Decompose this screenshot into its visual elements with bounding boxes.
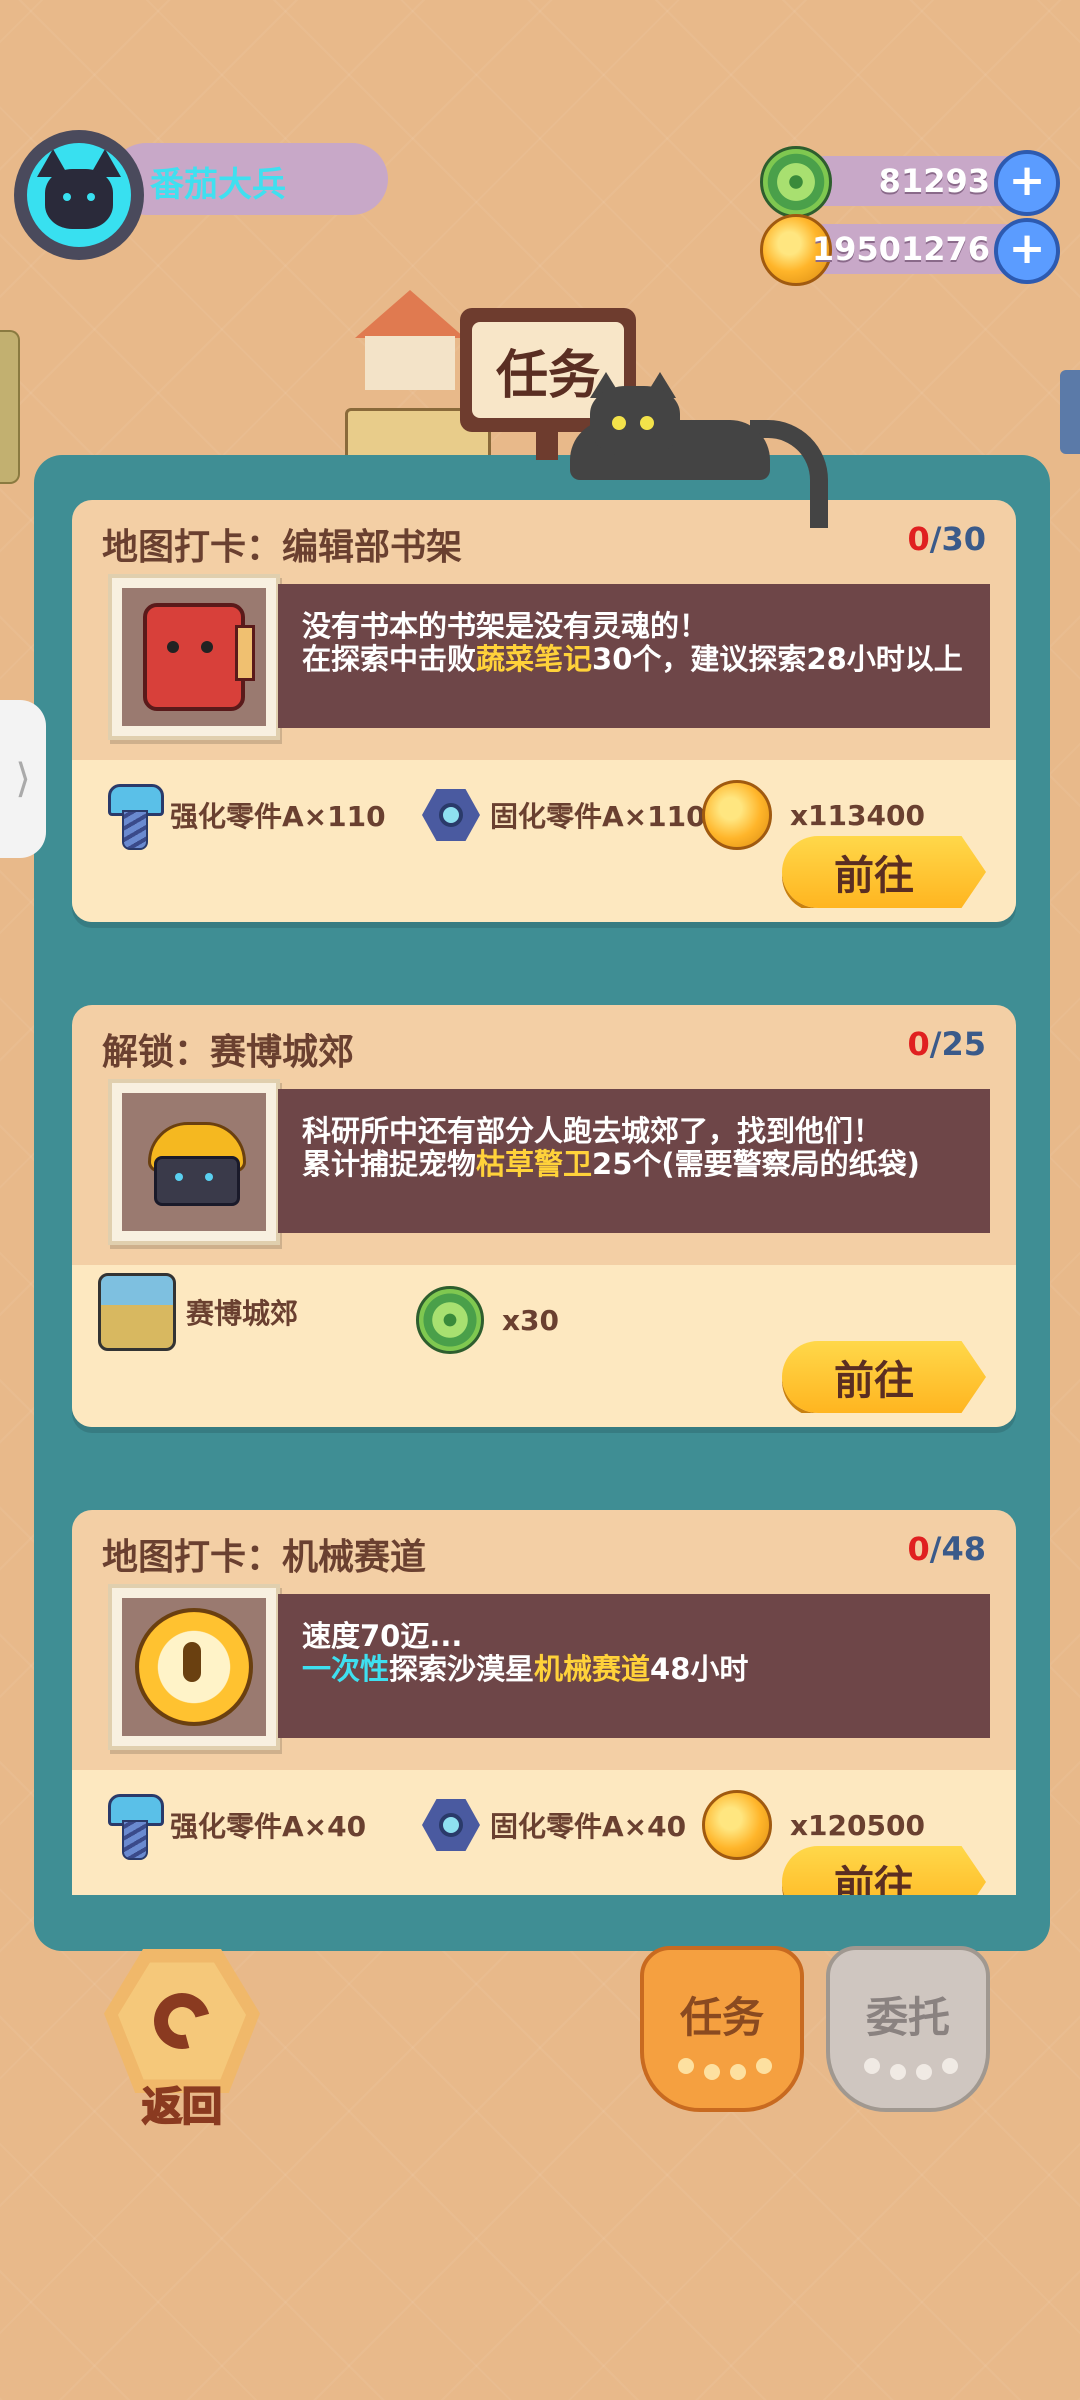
nut-icon: [422, 1799, 480, 1851]
race-medal-icon: [135, 1608, 253, 1726]
reward-item: 赛博城郊: [98, 1273, 298, 1351]
task-title: 地图打卡：编辑部书架: [102, 527, 463, 568]
nut-icon: [422, 789, 480, 841]
task-card: 解锁：赛博城郊 0/25 科研所中还有部分人跑去城郊了，找到他们！ 累计捕捉宠物…: [72, 1005, 1016, 1427]
screw-icon: [106, 1794, 164, 1860]
undo-icon: [143, 1982, 221, 2060]
right-edge-tab[interactable]: [1060, 370, 1080, 454]
avatar-cat-icon: [27, 143, 131, 247]
reward-item: 固化零件A×40: [422, 1790, 686, 1860]
bookshelf-monster-icon: [143, 603, 255, 711]
left-edge-tab[interactable]: [0, 330, 20, 484]
task-thumbnail: [108, 1079, 280, 1245]
task-title: 地图打卡：机械赛道: [102, 1537, 427, 1578]
add-gems-button[interactable]: +: [994, 150, 1060, 216]
task-description: 科研所中还有部分人跑去城郊了，找到他们！ 累计捕捉宠物枯草警卫25个(需要警察局…: [278, 1089, 990, 1233]
grass-guard-monster-icon: [142, 1122, 246, 1206]
sign-post: [536, 430, 558, 460]
task-list[interactable]: 地图打卡：编辑部书架 0/30 没有书本的书架是没有灵魂的！ 在探索中击败蔬菜笔…: [72, 500, 1016, 1895]
reward-item: x30: [416, 1285, 559, 1355]
screw-icon: [106, 784, 164, 850]
add-coins-button[interactable]: +: [994, 218, 1060, 284]
side-drawer-handle[interactable]: ⟩: [0, 700, 46, 858]
coin-counter: 19501276 +: [760, 214, 1060, 286]
reward-item: 固化零件A×110: [422, 780, 706, 850]
reward-item: 强化零件A×110: [106, 780, 386, 850]
gem-counter: 81293 +: [760, 146, 1060, 218]
tab-task-label: 任务: [679, 1993, 764, 2042]
gem-value: 81293: [878, 162, 990, 200]
reward-row: 强化零件A×40 固化零件A×40 x120500 前往: [72, 1770, 1016, 1895]
back-button[interactable]: 返回: [104, 1946, 260, 2131]
player-avatar[interactable]: [14, 130, 144, 260]
back-label: 返回: [141, 2083, 223, 2131]
task-progress: 0/25: [907, 1025, 986, 1063]
paw-icon: [678, 2058, 694, 2074]
task-thumbnail: [108, 574, 280, 740]
task-thumbnail: [108, 1584, 280, 1750]
reward-row: 强化零件A×110 固化零件A×110 x113400 前往: [72, 760, 1016, 922]
player-name-pill[interactable]: 番茄大兵: [110, 143, 388, 215]
task-card: 地图打卡：编辑部书架 0/30 没有书本的书架是没有灵魂的！ 在探索中击败蔬菜笔…: [72, 500, 1016, 922]
green-gem-icon: [760, 146, 832, 218]
task-progress: 0/48: [907, 1530, 986, 1568]
task-progress: 0/30: [907, 520, 986, 558]
go-button[interactable]: 前往: [782, 836, 986, 908]
paw-icon: [864, 2058, 880, 2074]
gold-coin-icon: [702, 780, 772, 850]
tab-entrust[interactable]: 委托: [826, 1946, 990, 2112]
player-name: 番茄大兵: [150, 165, 286, 205]
cat-decoration: [560, 372, 828, 528]
task-title: 解锁：赛博城郊: [102, 1032, 355, 1073]
task-description: 没有书本的书架是没有灵魂的！ 在探索中击败蔬菜笔记30个，建议探索28小时以上: [278, 584, 990, 728]
task-description: 速度70迈... 一次性探索沙漠星机械赛道48小时: [278, 1594, 990, 1738]
go-button[interactable]: 前往: [782, 1341, 986, 1413]
coin-value: 19501276: [811, 230, 990, 268]
go-button[interactable]: 前往: [782, 1846, 986, 1895]
task-card: 地图打卡：机械赛道 0/48 速度70迈... 一次性探索沙漠星机械赛道48小时…: [72, 1510, 1016, 1895]
gold-coin-icon: [702, 1790, 772, 1860]
reward-row: 赛博城郊 x30 前往: [72, 1265, 1016, 1427]
tab-entrust-label: 委托: [865, 1993, 950, 2042]
chevron-right-icon: ⟩: [15, 756, 31, 802]
map-icon: [98, 1273, 176, 1351]
reward-item: 强化零件A×40: [106, 1790, 366, 1860]
green-gem-icon: [416, 1286, 484, 1354]
house-decoration: [355, 290, 465, 390]
tab-task[interactable]: 任务: [640, 1946, 804, 2112]
